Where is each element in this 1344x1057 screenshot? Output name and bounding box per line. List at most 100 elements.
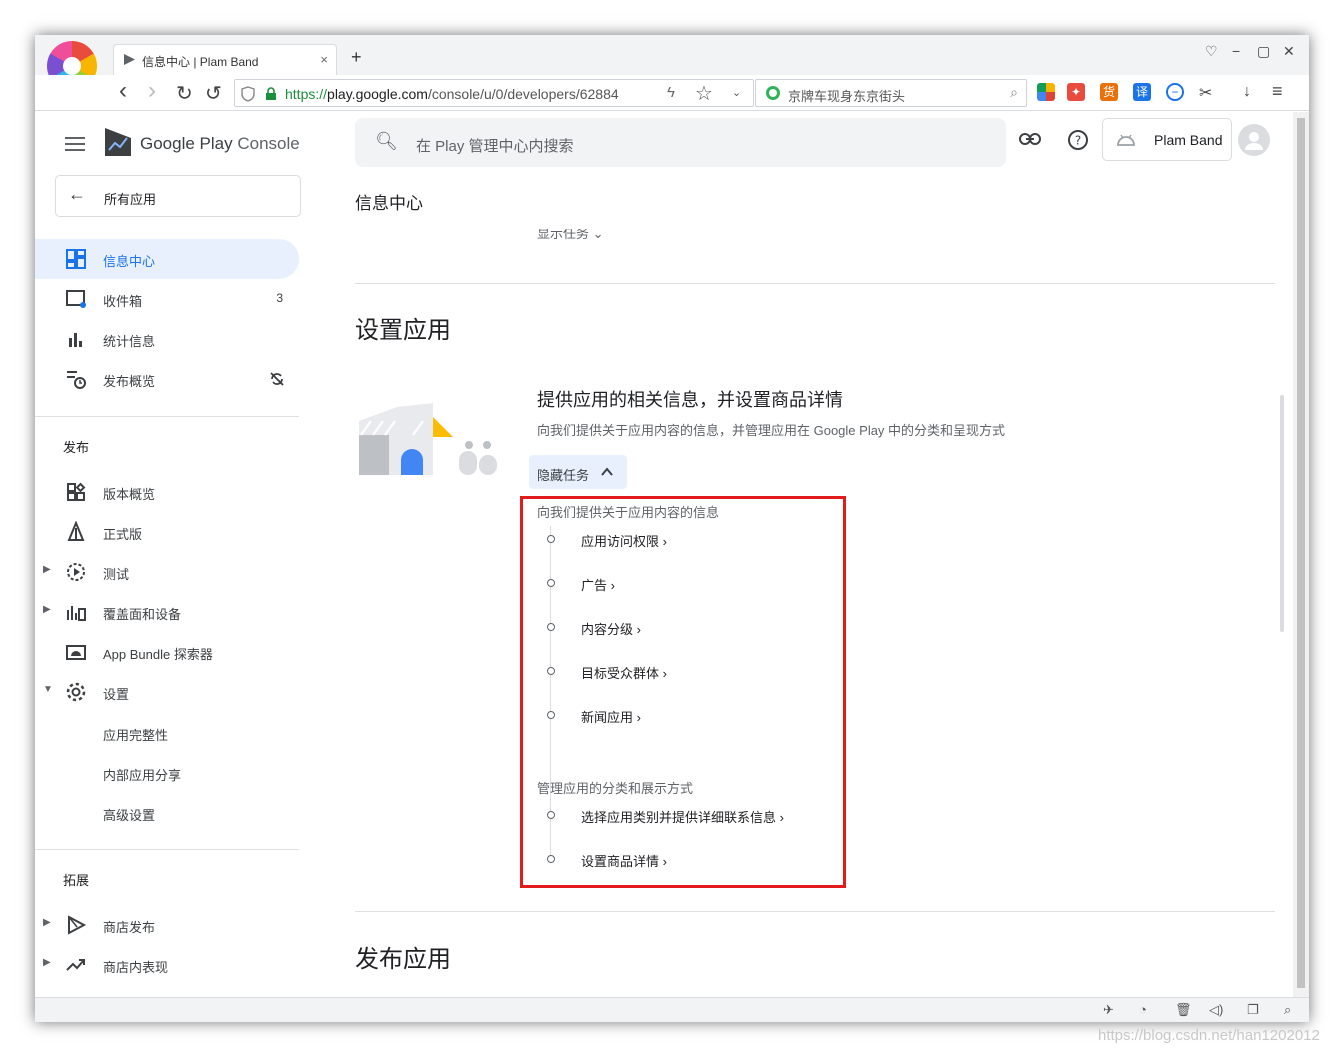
browser-status-bar: ✈ ◔ 🗑︎ ◁) ❐ ⌕ xyxy=(35,997,1309,1022)
new-tab-button[interactable]: + xyxy=(351,47,362,68)
highlight-annotation-box xyxy=(520,496,846,888)
window-icon[interactable]: ❐ xyxy=(1247,1002,1259,1018)
reload-button[interactable]: ↻ xyxy=(176,81,193,106)
user-avatar[interactable] xyxy=(1238,124,1270,156)
undo-close-button[interactable]: ↺ xyxy=(205,81,222,106)
sidebar-divider xyxy=(35,849,299,850)
url-text: https://play.google.com/console/u/0/deve… xyxy=(285,86,619,102)
block-extension-icon[interactable]: − xyxy=(1166,83,1184,101)
expand-caret-icon[interactable]: ▶ xyxy=(43,917,51,928)
page-scrollbar[interactable] xyxy=(1293,112,1309,997)
link-icon[interactable] xyxy=(1019,132,1041,146)
navigation-bar: ‹ › ↻ ↺ https://play.google.com/console/… xyxy=(35,75,1309,111)
chevron-up-icon xyxy=(601,467,613,476)
sidebar-item-publishing-overview[interactable]: 发布概览 xyxy=(35,359,299,399)
chevron-down-icon[interactable]: ⌄ xyxy=(732,86,741,99)
tab-close-icon[interactable]: × xyxy=(320,52,328,67)
close-window-button[interactable]: ✕ xyxy=(1283,43,1295,60)
faded-show-tasks: 显示任务 ⌄ xyxy=(537,226,604,241)
sidebar-item-statistics[interactable]: 统计信息 xyxy=(35,319,299,359)
lock-icon xyxy=(266,87,276,100)
sidebar-item-label: 设置 xyxy=(103,687,130,702)
all-apps-label: 所有应用 xyxy=(104,192,157,207)
testing-icon xyxy=(67,563,85,581)
search-engine-icon xyxy=(766,86,780,100)
address-bar[interactable]: https://play.google.com/console/u/0/deve… xyxy=(234,79,754,107)
search-icon[interactable]: ⌕ xyxy=(1010,84,1018,101)
search-icon: 🔍︎ xyxy=(375,131,398,151)
back-button[interactable]: ‹ xyxy=(119,77,127,105)
sidebar-item-production[interactable]: 正式版 xyxy=(35,512,299,552)
scissors-icon[interactable]: ✂ xyxy=(1199,83,1212,103)
volume-icon[interactable]: ◁) xyxy=(1209,1002,1223,1018)
setup-section-title: 设置应用 xyxy=(355,317,451,344)
inbox-count-badge: 3 xyxy=(276,291,283,305)
trash-icon[interactable]: 🗑︎ xyxy=(1175,1002,1192,1018)
help-icon[interactable]: ? xyxy=(1067,129,1089,151)
browser-search-box[interactable]: 京牌车现身东京街头 ⌕ xyxy=(755,79,1027,107)
section-divider xyxy=(355,283,1275,284)
card-description: 向我们提供关于应用内容的信息，并管理应用在 Google Play 中的分类和呈… xyxy=(537,423,1006,438)
account-name: Plam Band xyxy=(1154,132,1223,148)
sidebar-item-label: 版本概览 xyxy=(103,487,156,502)
maximize-button[interactable]: ▢ xyxy=(1257,43,1270,60)
sidebar-item-setup[interactable]: ▼ 设置 xyxy=(35,672,299,712)
sidebar-item-label: App Bundle 探索器 xyxy=(103,647,213,662)
content-scrollbar[interactable] xyxy=(1280,395,1284,632)
browser-tab[interactable]: 信息中心 | Plam Band × xyxy=(113,44,337,75)
sidebar-item-testing[interactable]: ▶ 测试 xyxy=(35,552,299,592)
tab-bar: 信息中心 | Plam Band × + ♡ − ▢ ✕ xyxy=(35,35,1309,91)
console-search-bar[interactable]: 🔍︎ 在 Play 管理中心内搜索 xyxy=(355,118,1006,167)
sidebar-item-dashboard[interactable]: 信息中心 xyxy=(35,239,299,279)
sidebar-item-label: 统计信息 xyxy=(103,334,156,349)
sidebar-subitem-internal-sharing[interactable]: 内部应用分享 xyxy=(103,765,181,784)
sidebar: Google Play Console ← 所有应用 信息中心 收件箱 3 统计… xyxy=(35,112,315,997)
apps-extension-icon[interactable] xyxy=(1037,83,1055,101)
pin-icon[interactable]: ✈ xyxy=(1103,1002,1114,1018)
bar-chart-icon xyxy=(69,333,82,347)
all-apps-button[interactable]: ← 所有应用 xyxy=(55,175,301,217)
zoom-icon[interactable]: ⌕ xyxy=(1284,1002,1291,1018)
translate-extension-icon[interactable]: 译 xyxy=(1133,83,1151,101)
sidebar-item-reach-devices[interactable]: ▶ 覆盖面和设备 xyxy=(35,592,299,632)
game-extension-icon[interactable]: ✦ xyxy=(1067,83,1085,101)
expand-caret-icon[interactable]: ▶ xyxy=(43,604,51,615)
forward-button[interactable]: › xyxy=(148,77,156,105)
setup-illustration xyxy=(359,403,497,475)
play-console-logo-icon xyxy=(105,128,131,156)
play-store-icon xyxy=(68,915,87,935)
sidebar-item-store-performance[interactable]: ▶ 商店内表现 xyxy=(35,945,299,985)
menu-icon[interactable]: ≡ xyxy=(1272,81,1283,102)
sidebar-subitem-advanced-settings[interactable]: 高级设置 xyxy=(103,805,155,824)
gear-icon xyxy=(66,682,86,702)
sidebar-item-app-bundle-explorer[interactable]: App Bundle 探索器 xyxy=(35,632,299,672)
lightning-icon[interactable]: ϟ xyxy=(667,84,675,101)
sidebar-item-label: 商店发布 xyxy=(103,920,156,935)
sidebar-item-store-presence[interactable]: ▶ 商店发布 xyxy=(35,905,299,945)
expand-caret-icon[interactable]: ▶ xyxy=(43,957,51,968)
section-divider xyxy=(355,911,1275,912)
shopping-extension-icon[interactable]: 货 xyxy=(1100,83,1118,101)
android-app-icon xyxy=(1117,134,1135,146)
sidebar-item-inbox[interactable]: 收件箱 3 xyxy=(35,279,299,319)
sidebar-subitem-app-integrity[interactable]: 应用完整性 xyxy=(103,725,168,744)
collapse-caret-icon[interactable]: ▼ xyxy=(43,684,53,695)
hide-tasks-button[interactable]: 隐藏任务 xyxy=(529,455,627,489)
releases-overview-icon xyxy=(67,482,86,501)
developer-account-chip[interactable]: Plam Band xyxy=(1102,118,1232,161)
page-title: 信息中心 xyxy=(355,194,423,213)
hamburger-menu-icon[interactable] xyxy=(65,137,85,155)
speed-icon[interactable]: ◔ xyxy=(1139,1002,1147,1017)
expand-caret-icon[interactable]: ▶ xyxy=(43,564,51,575)
person-icon xyxy=(1245,132,1263,150)
minimize-button[interactable]: − xyxy=(1232,43,1240,59)
download-icon[interactable]: ↓ xyxy=(1243,83,1251,101)
sync-disabled-icon xyxy=(270,372,284,386)
skin-icon[interactable]: ♡ xyxy=(1205,43,1218,60)
sidebar-item-releases-overview[interactable]: 版本概览 xyxy=(35,472,299,512)
scrollbar-thumb[interactable] xyxy=(1297,118,1305,988)
tab-title: 信息中心 | Plam Band xyxy=(142,55,259,69)
publish-section-title: 发布应用 xyxy=(355,946,451,973)
inbox-icon xyxy=(66,290,86,308)
star-icon[interactable]: ☆ xyxy=(695,81,713,106)
